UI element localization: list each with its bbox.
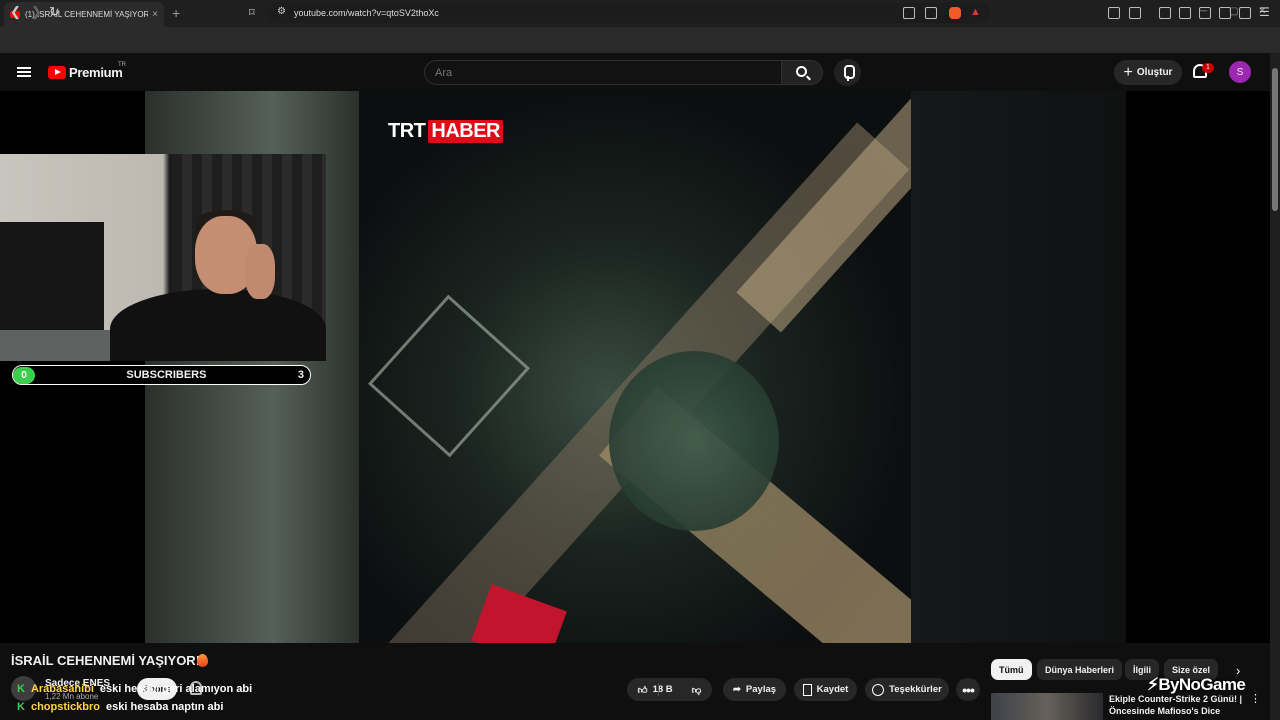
tab-search-icon[interactable] xyxy=(1129,7,1141,19)
haber-logo-text: HABER xyxy=(428,120,504,143)
subscriber-goal-target: 3 xyxy=(297,369,304,381)
share-button[interactable]: ➦ Paylaş xyxy=(723,678,786,701)
bolt-icon: ⚡︎ xyxy=(1147,675,1159,694)
bookmark-icon[interactable]: ⌑ xyxy=(249,6,255,19)
sidebar-icon[interactable] xyxy=(1179,7,1191,19)
hamburger-menu-icon[interactable] xyxy=(17,67,31,77)
browser-tab[interactable]: (1) İSRAİL CEHENNEMİ YAŞIYOR! × xyxy=(4,2,164,27)
tab-title: (1) İSRAİL CEHENNEMİ YAŞIYOR! xyxy=(25,10,149,19)
forward-icon[interactable]: ❯ xyxy=(31,4,42,20)
reload-icon[interactable]: ↻ xyxy=(49,4,60,20)
plus-icon: + xyxy=(1123,63,1133,81)
share-icon: ➦ xyxy=(732,684,741,695)
save-label: Kaydet xyxy=(816,684,849,695)
recommended-menu-icon[interactable]: ⋮ xyxy=(1250,692,1261,705)
bookmark-save-icon xyxy=(802,683,812,696)
like-count: 18 B xyxy=(652,684,673,695)
recommended-thumbnail[interactable] xyxy=(991,693,1103,720)
search-button[interactable] xyxy=(781,60,823,85)
share-label: Paylaş xyxy=(745,684,777,695)
thumbs-up-icon: 👍︎ xyxy=(637,684,648,696)
address-bar[interactable]: youtube.com/watch?v=qtoSV2thoXc xyxy=(268,3,990,23)
wallet-icon[interactable] xyxy=(1199,7,1211,19)
music-icon[interactable] xyxy=(1159,7,1171,19)
kick-icon: K xyxy=(17,683,25,695)
youtube-logo-icon[interactable] xyxy=(48,66,66,79)
thanks-icon xyxy=(872,683,885,696)
brave-rewards-icon[interactable]: ▲ xyxy=(970,6,981,18)
thanks-button[interactable]: Teşekkürler xyxy=(865,678,949,701)
recommended-title[interactable]: Ekiple Counter-Strike 2 Günü! | Öncesind… xyxy=(1109,693,1259,717)
chat-username: chopstickbro xyxy=(30,701,101,713)
chat-message: K chopstickbro eski hesaba naptın abi xyxy=(17,701,223,713)
bynogame-watermark: ⚡︎ByNoGame xyxy=(1147,675,1246,695)
subscriber-goal-start: 0 xyxy=(13,366,35,384)
more-actions-button[interactable]: ••• xyxy=(956,678,980,701)
scrollbar-thumb[interactable] xyxy=(1272,68,1278,211)
chat-username: Arabasahibi xyxy=(30,683,94,695)
more-icon: ••• xyxy=(962,681,975,698)
subscriber-goal-bar: 0 SUBSCRIBERS 3 xyxy=(12,365,311,385)
watermark-text: ByNoGame xyxy=(1158,675,1246,694)
chip-world-news[interactable]: Dünya Haberleri xyxy=(1037,659,1123,680)
trt-logo-text: TRT xyxy=(388,120,426,142)
share-page-icon[interactable] xyxy=(925,7,937,19)
chat-message: K Arabasahibi eski hesabı geri alamıyon … xyxy=(17,683,252,695)
save-button[interactable]: Kaydet xyxy=(794,678,857,701)
thanks-label: Teşekkürler xyxy=(889,684,942,695)
trt-haber-logo: TRT HABER xyxy=(388,120,504,143)
site-info-icon[interactable]: ⚙ xyxy=(277,6,286,17)
browser-menu-icon[interactable]: ☰ xyxy=(1259,5,1270,19)
thumbs-down-icon[interactable]: 👎︎ xyxy=(692,684,702,696)
brand-region: TR xyxy=(118,62,126,68)
video-title: İSRAİL CEHENNEMİ YAŞIYOR! xyxy=(11,653,201,668)
brand-label[interactable]: Premium xyxy=(69,65,123,80)
new-tab-button[interactable]: + xyxy=(172,5,180,21)
cast-icon[interactable] xyxy=(903,7,915,19)
notification-badge: 1 xyxy=(1202,63,1214,73)
create-button[interactable]: + Oluştur xyxy=(1114,60,1182,85)
chip-all[interactable]: Tümü xyxy=(991,659,1032,680)
chat-text: eski hesaba naptın abi xyxy=(106,701,224,713)
vpn-icon[interactable] xyxy=(1239,7,1251,19)
browser-toolbar xyxy=(0,27,1280,53)
search-input[interactable] xyxy=(424,60,782,85)
kick-icon: K xyxy=(17,701,25,713)
voice-search-icon[interactable] xyxy=(834,59,861,86)
video-frame[interactable] xyxy=(359,91,911,643)
brave-shield-icon[interactable] xyxy=(949,7,961,19)
video-blur-right xyxy=(911,91,1126,643)
create-label: Oluştur xyxy=(1136,67,1173,78)
url-text: youtube.com/watch?v=qtoSV2thoXc xyxy=(294,8,439,18)
like-button[interactable]: 👍︎ 18 B 👎︎ xyxy=(627,678,712,701)
search-icon xyxy=(796,66,807,77)
webcam-overlay xyxy=(0,154,326,361)
extensions-icon[interactable] xyxy=(1108,7,1120,19)
leo-ai-icon[interactable] xyxy=(1219,7,1231,19)
account-avatar[interactable]: S xyxy=(1229,61,1251,83)
back-icon[interactable]: ❮ xyxy=(10,4,21,20)
fire-emoji-icon xyxy=(197,654,208,667)
subscriber-goal-label: SUBSCRIBERS xyxy=(126,369,207,381)
tab-close-icon[interactable]: × xyxy=(152,9,158,20)
chat-text: eski hesabı geri alamıyon abi xyxy=(99,683,253,695)
